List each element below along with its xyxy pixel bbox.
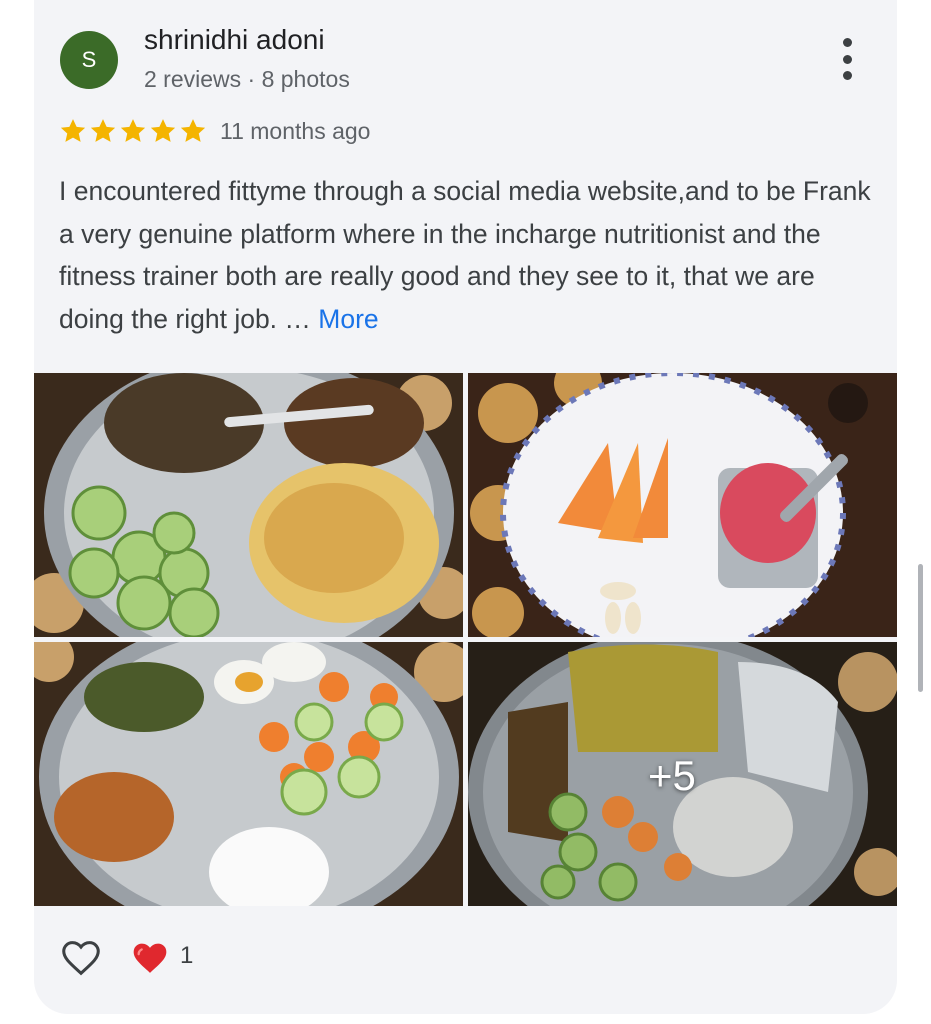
review-photo-1[interactable] xyxy=(34,373,463,637)
review-photo-2[interactable] xyxy=(468,373,897,637)
heart-outline-icon[interactable] xyxy=(58,934,104,980)
more-vert-icon-dot xyxy=(842,54,852,64)
extra-photos-count: +5 xyxy=(648,752,696,799)
more-vert-icon-dot xyxy=(842,71,852,80)
more-link[interactable]: More xyxy=(318,304,378,334)
scrollbar[interactable] xyxy=(918,564,923,692)
review-photo-4[interactable]: +5 xyxy=(468,642,897,906)
review-card: S shrinidhi adoni 2 reviews · 8 photos 1… xyxy=(34,0,897,1014)
avatar[interactable]: S xyxy=(60,31,118,89)
avatar-letter: S xyxy=(81,47,97,72)
more-options-button[interactable] xyxy=(834,38,860,80)
star-icon xyxy=(90,119,116,142)
reaction-count: 1 xyxy=(180,942,194,969)
more-vert-icon xyxy=(842,38,852,47)
star-rating xyxy=(58,116,208,146)
author-name[interactable]: shrinidhi adoni xyxy=(144,24,325,56)
author-meta: 2 reviews · 8 photos xyxy=(144,66,350,92)
star-icon xyxy=(60,119,86,142)
star-icon xyxy=(150,119,176,142)
star-icon xyxy=(180,119,206,142)
review-time: 11 months ago xyxy=(220,118,371,144)
red-heart-icon[interactable] xyxy=(130,937,170,977)
review-text: I encountered fittyme through a social m… xyxy=(59,170,879,340)
review-photo-3[interactable] xyxy=(34,642,463,906)
review-text-content: I encountered fittyme through a social m… xyxy=(59,176,871,334)
star-icon xyxy=(120,119,146,142)
